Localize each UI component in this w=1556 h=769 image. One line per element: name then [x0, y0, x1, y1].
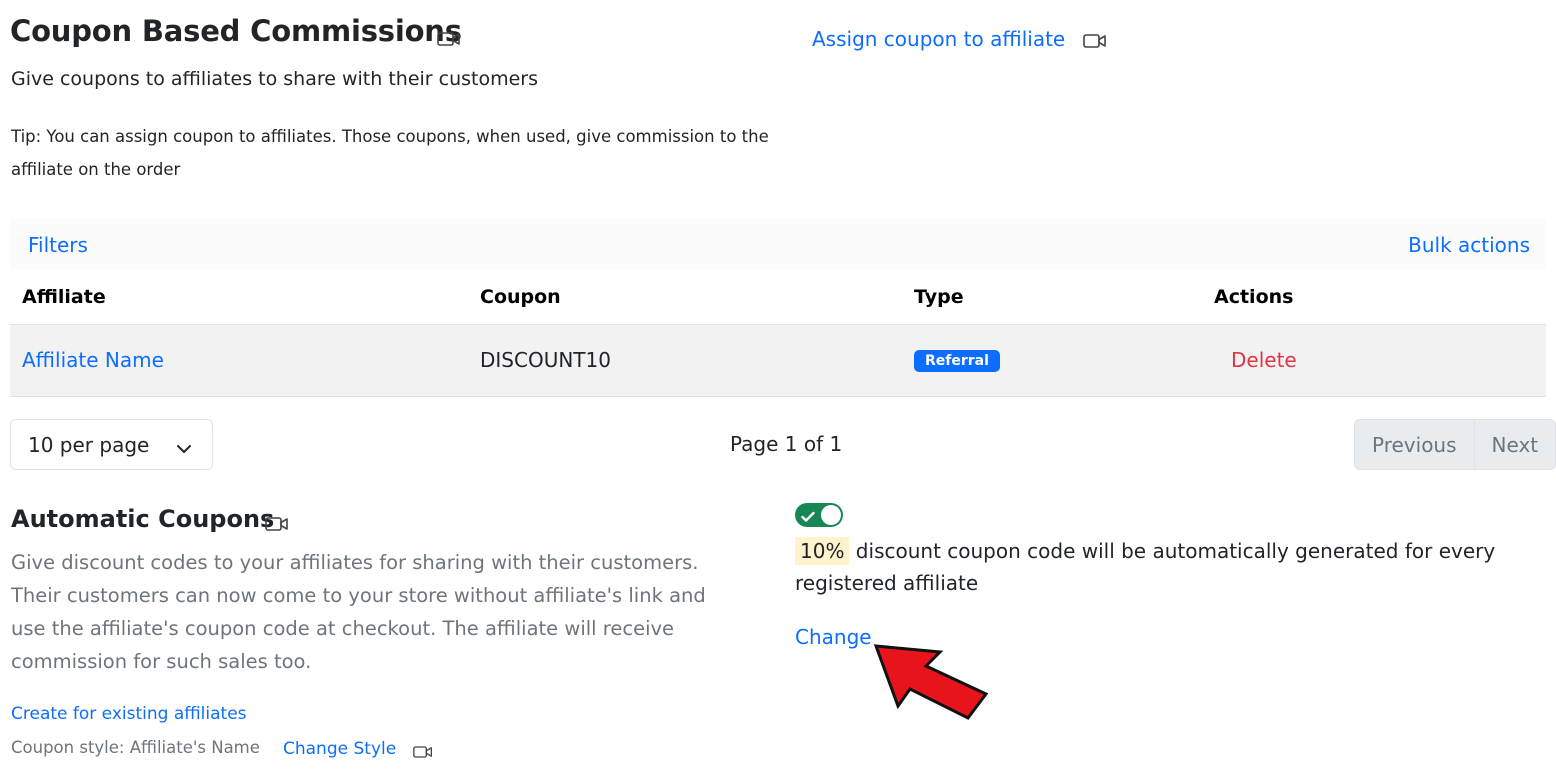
- create-existing-affiliates-link[interactable]: Create for existing affiliates: [11, 704, 247, 724]
- automatic-coupons-toggle[interactable]: [795, 503, 843, 527]
- column-header-coupon: Coupon: [480, 286, 561, 308]
- previous-button[interactable]: Previous: [1355, 420, 1474, 469]
- column-header-type: Type: [914, 286, 964, 308]
- chevron-down-icon: [176, 439, 192, 458]
- filters-link[interactable]: Filters: [28, 233, 88, 257]
- discount-percent[interactable]: 10%: [795, 537, 850, 565]
- bulk-actions-link[interactable]: Bulk actions: [1408, 233, 1530, 257]
- video-camera-icon[interactable]: [265, 516, 289, 536]
- video-camera-icon[interactable]: [437, 31, 461, 51]
- type-badge: Referral: [914, 350, 1000, 372]
- per-page-select[interactable]: 10 per page: [10, 419, 213, 470]
- pager: Previous Next: [1354, 419, 1556, 470]
- red-arrow-annotation: [872, 642, 992, 728]
- coupon-style-label: Coupon style: Affiliate's Name: [11, 738, 260, 757]
- video-camera-icon[interactable]: [1083, 33, 1107, 53]
- page-title: Coupon Based Commissions: [10, 14, 462, 48]
- video-camera-icon[interactable]: [413, 744, 433, 763]
- assign-coupon-link[interactable]: Assign coupon to affiliate: [812, 27, 1065, 51]
- change-style-link[interactable]: Change Style: [283, 739, 396, 759]
- tip-text: Tip: You can assign coupon to affiliates…: [11, 127, 769, 179]
- toggle-knob: [821, 505, 841, 525]
- page-subtitle: Give coupons to affiliates to share with…: [11, 68, 539, 90]
- automatic-coupons-title: Automatic Coupons: [11, 505, 275, 533]
- column-header-affiliate: Affiliate: [22, 286, 106, 308]
- next-button[interactable]: Next: [1473, 420, 1556, 469]
- auto-coupon-info: 10% discount coupon code will be automat…: [795, 535, 1515, 599]
- check-icon: [801, 508, 815, 527]
- automatic-coupons-description: Give discount codes to your affiliates f…: [11, 551, 706, 673]
- page-info: Page 1 of 1: [730, 432, 843, 456]
- table-row: Affiliate Name DISCOUNT10 Referral Delet…: [10, 325, 1546, 397]
- table-toolbar: Filters Bulk actions: [10, 219, 1546, 269]
- change-discount-link[interactable]: Change: [795, 625, 872, 649]
- delete-link[interactable]: Delete: [1231, 348, 1297, 372]
- table-header: Affiliate Coupon Type Actions: [10, 269, 1546, 325]
- coupon-code: DISCOUNT10: [480, 348, 611, 372]
- affiliate-name-link[interactable]: Affiliate Name: [22, 348, 164, 372]
- column-header-actions: Actions: [1214, 286, 1294, 308]
- per-page-value: 10 per page: [28, 433, 150, 457]
- auto-coupon-text: discount coupon code will be automatical…: [795, 539, 1496, 595]
